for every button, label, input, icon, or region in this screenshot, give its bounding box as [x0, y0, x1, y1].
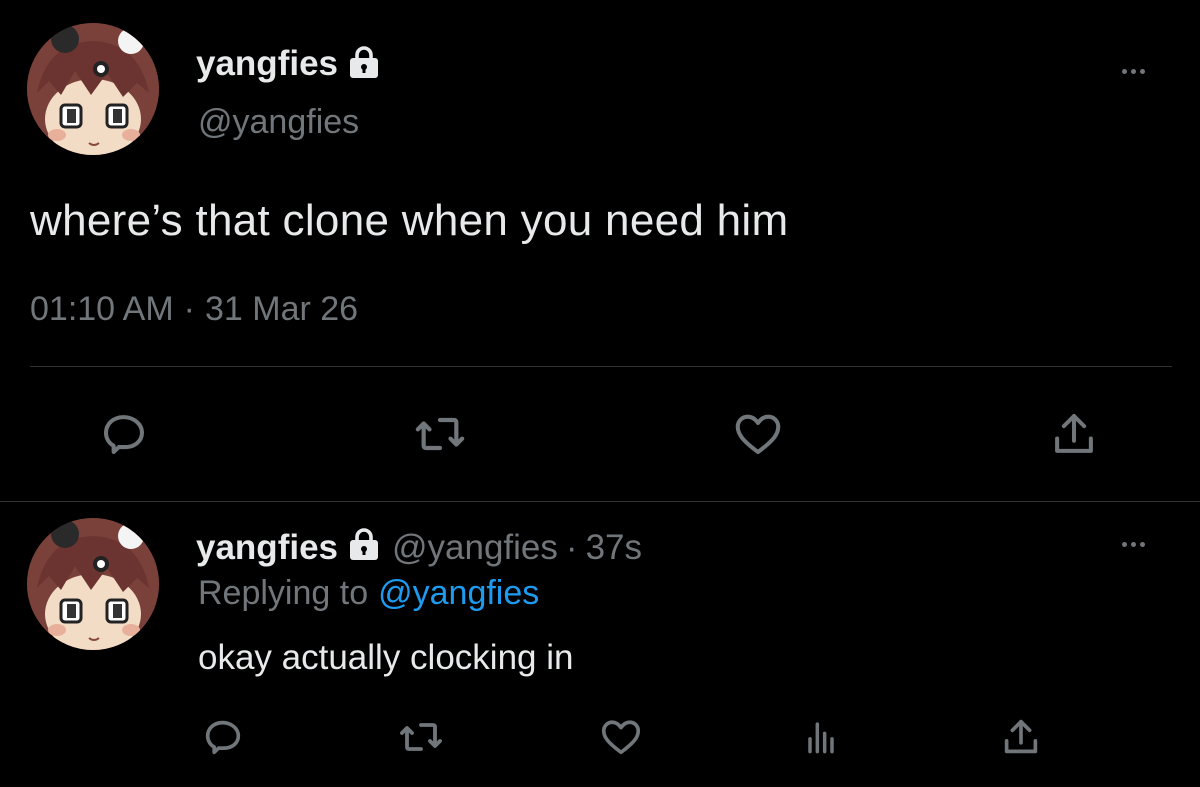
like-icon [735, 414, 781, 455]
divider [30, 366, 1172, 367]
share-icon [1004, 719, 1038, 754]
reply-icon [205, 720, 241, 755]
display-name[interactable]: yangfies [196, 44, 338, 84]
reply-text: okay actually clocking in [198, 638, 574, 677]
post-age[interactable]: 37s [586, 528, 642, 568]
date[interactable]: 31 Mar 26 [205, 290, 358, 329]
analytics-icon [808, 722, 834, 754]
handle[interactable]: @yangfies [198, 103, 359, 142]
like-button[interactable] [728, 404, 788, 464]
retweet-icon [400, 723, 442, 751]
replying-prefix: Replying to [198, 574, 369, 612]
handle[interactable]: @yangfies [392, 528, 558, 568]
retweet-button[interactable] [410, 404, 470, 464]
share-button[interactable] [996, 712, 1046, 762]
protected-lock-icon [346, 45, 382, 84]
share-button[interactable] [1044, 404, 1104, 464]
reply-button[interactable] [94, 404, 154, 464]
analytics-button[interactable] [796, 712, 846, 762]
separator: · [565, 528, 578, 567]
replying-to: Replying to @yangfies [198, 574, 539, 613]
tweet-text: where’s that clone when you need him [30, 196, 789, 245]
reply-button[interactable] [198, 712, 248, 762]
more-icon[interactable] [1122, 69, 1145, 74]
like-icon [601, 720, 641, 755]
timestamp: 01:10 AM · 31 Mar 26 [30, 290, 358, 329]
avatar[interactable] [27, 518, 159, 650]
divider [0, 501, 1200, 502]
display-name[interactable]: yangfies [196, 528, 338, 568]
share-icon [1055, 413, 1093, 453]
replying-to-link[interactable]: @yangfies [378, 574, 539, 613]
avatar[interactable] [27, 23, 159, 155]
time[interactable]: 01:10 AM [30, 290, 174, 329]
reply-icon [103, 415, 145, 455]
protected-lock-icon [346, 527, 382, 570]
separator: · [183, 290, 195, 328]
retweet-button[interactable] [396, 712, 446, 762]
retweet-icon [415, 417, 465, 451]
avatar-image [27, 23, 159, 155]
avatar-image [27, 518, 159, 650]
more-icon[interactable] [1122, 542, 1145, 547]
like-button[interactable] [596, 712, 646, 762]
